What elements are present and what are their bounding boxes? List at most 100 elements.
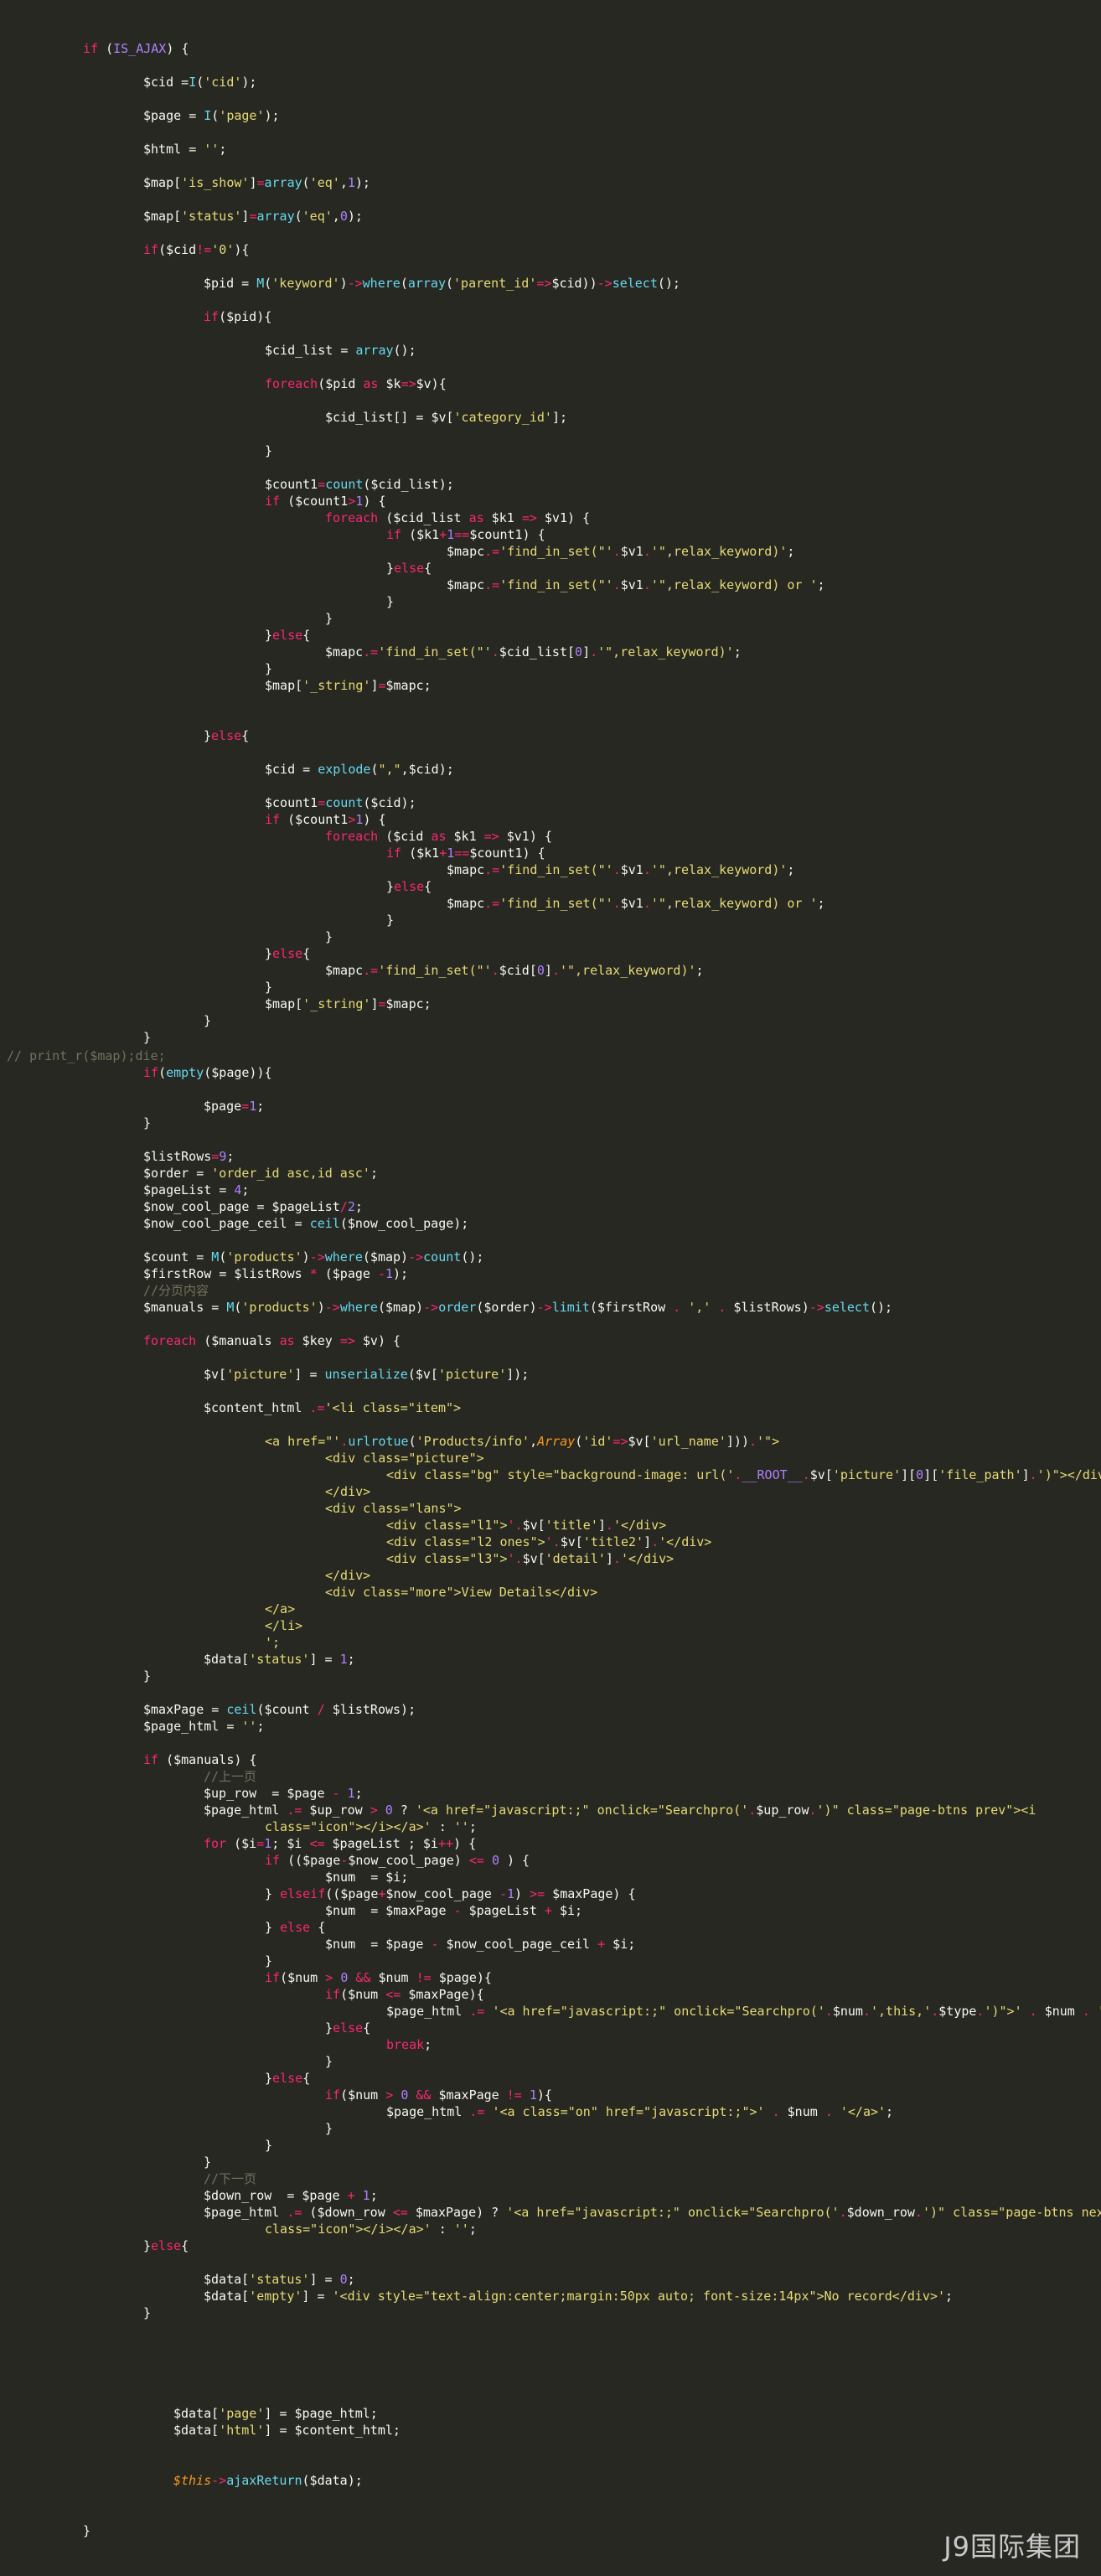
code-line[interactable]: } xyxy=(265,442,272,460)
code-line[interactable]: $page_html .= '<a href="javascript:;" on… xyxy=(386,2002,1101,2020)
code-line[interactable]: if($pid){ xyxy=(204,308,271,326)
code-line[interactable]: $num = $maxPage - $pageList + $i; xyxy=(325,1901,582,1920)
code-line[interactable]: foreach ($cid as $k1 => $v1) { xyxy=(325,827,552,846)
code-line[interactable]: $up_row = $page - 1; xyxy=(204,1784,363,1803)
code-line[interactable]: $data['page'] = $page_html; xyxy=(173,2404,378,2423)
code-line[interactable]: <div class="l1">'.$v['title'].'</div> xyxy=(386,1516,666,1534)
code-line[interactable]: break; xyxy=(386,2035,432,2054)
code-line[interactable]: if ($count1>1) { xyxy=(265,810,386,829)
code-line[interactable]: } xyxy=(143,2304,151,2322)
code-line[interactable]: $firstRow = $listRows * ($page -1); xyxy=(143,1265,408,1283)
code-line[interactable]: $pid = M('keyword')->where(array('parent… xyxy=(204,274,680,292)
code-line[interactable]: $mapc.='find_in_set("'.$cid[0].'",relax_… xyxy=(325,961,704,980)
code-line[interactable]: } xyxy=(265,2136,272,2154)
code-line[interactable]: $v['picture'] = unserialize($v['picture'… xyxy=(204,1365,529,1384)
code-line[interactable]: if ($k1+1==$count1) { xyxy=(386,844,545,862)
code-line[interactable]: $page_html = ''; xyxy=(143,1717,265,1735)
code-line[interactable]: } xyxy=(386,911,394,929)
code-line[interactable]: $data['html'] = $content_html; xyxy=(173,2421,401,2439)
code-line[interactable]: $now_cool_page_ceil = ceil($now_cool_pag… xyxy=(143,1214,468,1233)
code-line[interactable]: $page=1; xyxy=(204,1097,264,1115)
code-line[interactable]: } xyxy=(143,1114,151,1132)
code-line[interactable]: } xyxy=(265,1952,272,1970)
code-line[interactable]: } xyxy=(143,1028,151,1047)
code-line[interactable]: $cid_list[] = $v['category_id']; xyxy=(325,408,567,427)
code-line[interactable]: <div class="more">View Details</div> xyxy=(325,1583,597,1601)
code-line[interactable]: foreach ($manuals as $key => $v) { xyxy=(143,1332,401,1350)
code-line[interactable]: $listRows=9; xyxy=(143,1147,234,1166)
code-line[interactable]: }else{ xyxy=(265,2069,310,2087)
code-line[interactable]: $count = M('products')->where($map)->cou… xyxy=(143,1248,483,1266)
code-line[interactable]: <div class="l2 ones">'.$v['title2'].'</d… xyxy=(386,1533,711,1551)
code-line[interactable]: $manuals = M('products')->where($map)->o… xyxy=(143,1298,892,1316)
code-line[interactable]: $map['_string']=$mapc; xyxy=(265,676,432,695)
code-line[interactable]: $this->ajaxReturn($data); xyxy=(173,2471,363,2490)
code-line[interactable]: if (($page-$now_cool_page) <= 0 ) { xyxy=(265,1851,530,1870)
code-line[interactable]: $data['empty'] = '<div style="text-align… xyxy=(204,2287,953,2305)
code-line[interactable]: if($num > 0 && $num != $page){ xyxy=(265,1968,492,1987)
code-line[interactable]: }else{ xyxy=(204,727,249,745)
code-line[interactable]: $mapc.='find_in_set("'.$v1.'",relax_keyw… xyxy=(447,542,794,561)
code-line[interactable]: foreach ($cid_list as $k1 => $v1) { xyxy=(325,509,590,527)
code-line[interactable]: //分页内容 xyxy=(143,1281,209,1300)
code-line[interactable]: } xyxy=(325,928,333,946)
code-line[interactable]: $maxPage = ceil($count / $listRows); xyxy=(143,1700,416,1719)
code-line[interactable]: <div class="picture"> xyxy=(325,1449,484,1467)
code-line[interactable]: $num = $i; xyxy=(325,1868,408,1886)
code-line[interactable]: }else{ xyxy=(386,559,432,577)
code-line[interactable]: // print_r($map);die; xyxy=(7,1047,166,1065)
code-line[interactable]: if ($count1>1) { xyxy=(265,492,386,510)
code-line[interactable]: //上一页 xyxy=(204,1767,256,1786)
code-line[interactable]: $cid = explode(",",$cid); xyxy=(265,760,454,778)
code-line[interactable]: if($num > 0 && $maxPage != 1){ xyxy=(325,2086,552,2104)
code-line[interactable]: $num = $page - $now_cool_page_ceil + $i; xyxy=(325,1935,635,1953)
code-line[interactable]: $content_html .='<li class="item"> xyxy=(204,1399,461,1417)
code-line[interactable]: $count1=count($cid_list); xyxy=(265,475,454,494)
code-line[interactable]: '; xyxy=(265,1633,280,1652)
code-line[interactable]: } xyxy=(143,1667,151,1685)
code-line[interactable]: if (IS_AJAX) { xyxy=(83,39,189,58)
code-line[interactable]: <div class="lans"> xyxy=(325,1499,462,1518)
code-line[interactable]: if(empty($page)){ xyxy=(143,1063,272,1082)
code-line[interactable]: <a href="'.urlrotue('Products/info',Arra… xyxy=(265,1432,779,1451)
code-line[interactable]: $map['is_show']=array('eq',1); xyxy=(143,173,370,192)
code-line[interactable]: $now_cool_page = $pageList/2; xyxy=(143,1197,363,1216)
code-line[interactable]: $map['_string']=$mapc; xyxy=(265,995,432,1013)
code-editor[interactable]: if (IS_AJAX) { $cid =I('cid'); $page = I('… xyxy=(0,0,1101,2576)
code-line[interactable]: } elseif(($page+$now_cool_page -1) >= $m… xyxy=(265,1885,636,1903)
code-line[interactable]: $map['status']=array('eq',0); xyxy=(143,207,363,225)
code-line[interactable]: class="icon"></i></a>' : ''; xyxy=(265,1818,477,1836)
code-line[interactable]: }else{ xyxy=(143,2237,189,2255)
code-line[interactable]: for ($i=1; $i <= $pageList ; $i++) { xyxy=(204,1834,476,1853)
code-line[interactable]: <div class="l3">'.$v['detail'].'</div> xyxy=(386,1549,674,1568)
code-line[interactable]: $html = ''; xyxy=(143,140,226,158)
code-line[interactable]: foreach($pid as $k=>$v){ xyxy=(265,375,447,393)
code-line[interactable]: $pageList = 4; xyxy=(143,1181,249,1199)
code-line[interactable]: }else{ xyxy=(265,626,310,644)
code-line[interactable]: } xyxy=(204,2153,211,2171)
code-line[interactable]: $cid_list = array(); xyxy=(265,341,416,360)
code-line[interactable]: class="icon"></i></a>' : ''; xyxy=(265,2220,477,2238)
code-line[interactable]: } xyxy=(386,592,394,611)
code-line[interactable]: </div> xyxy=(325,1566,370,1585)
code-line[interactable]: $order = 'order_id asc,id asc'; xyxy=(143,1164,378,1182)
code-line[interactable]: }else{ xyxy=(265,944,310,963)
code-line[interactable]: $count1=count($cid); xyxy=(265,794,416,812)
code-line[interactable]: } xyxy=(265,660,272,678)
code-line[interactable]: $mapc.='find_in_set("'.$v1.'",relax_keyw… xyxy=(447,576,825,594)
code-line[interactable]: $cid =I('cid'); xyxy=(143,73,256,91)
code-line[interactable]: $mapc.='find_in_set("'.$v1.'",relax_keyw… xyxy=(447,861,794,879)
code-line[interactable]: } xyxy=(204,1011,211,1030)
code-line[interactable]: $page_html .= '<a class="on" href="javas… xyxy=(386,2103,893,2121)
code-line[interactable]: $page = I('page'); xyxy=(143,106,280,125)
code-line[interactable]: </div> xyxy=(325,1482,370,1501)
code-line[interactable]: }else{ xyxy=(325,2019,370,2037)
code-line[interactable]: $mapc.='find_in_set("'.$v1.'",relax_keyw… xyxy=(447,894,825,913)
code-line[interactable]: } xyxy=(325,609,333,628)
code-line[interactable]: $page_html .= ($down_row <= $maxPage) ? … xyxy=(204,2203,1101,2222)
code-line[interactable]: } xyxy=(265,978,272,996)
code-line[interactable]: </li> xyxy=(265,1616,302,1635)
code-line[interactable]: //下一页 xyxy=(204,2170,256,2188)
code-line[interactable]: } xyxy=(325,2052,333,2071)
code-line[interactable]: if ($k1+1==$count1) { xyxy=(386,525,545,544)
